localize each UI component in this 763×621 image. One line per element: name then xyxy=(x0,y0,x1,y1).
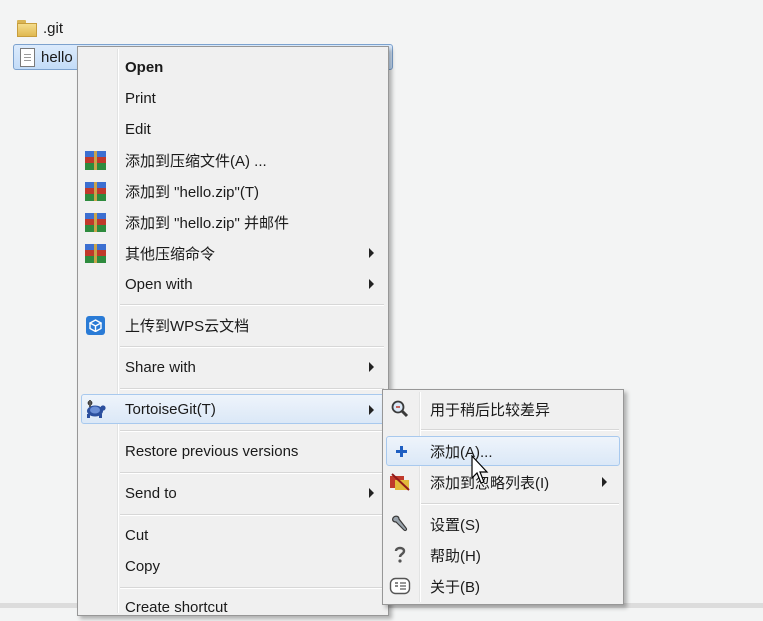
menu-item-edit[interactable]: Edit xyxy=(81,115,385,143)
menu-item-print[interactable]: Print xyxy=(81,84,385,112)
context-menu: Open Print Edit 添加到压缩文件(A) ... 添加到 "hell… xyxy=(77,46,389,616)
tortoisegit-submenu: 用于稍后比较差异 添加(A)... 添加到忽略列表(I) 设置(S) 帮助(H)… xyxy=(382,389,624,605)
menu-item-add-to-hello-zip[interactable]: 添加到 "hello.zip"(T) xyxy=(81,177,385,205)
submenu-item-label: 设置(S) xyxy=(430,516,480,534)
menu-item-label: 其他压缩命令 xyxy=(125,245,216,263)
file-icon xyxy=(20,47,35,67)
submenu-item-settings[interactable]: 设置(S) xyxy=(386,510,620,538)
submenu-arrow-icon xyxy=(369,248,374,258)
add-plus-icon xyxy=(390,440,412,462)
menu-item-label: Cut xyxy=(125,526,149,544)
menu-item-label: Restore previous versions xyxy=(125,442,299,460)
menu-item-label: 添加到压缩文件(A) ... xyxy=(125,152,267,170)
menu-separator xyxy=(120,430,384,432)
diff-magnifier-icon xyxy=(389,398,411,420)
file-name: hello xyxy=(41,48,73,66)
menu-item-upload-wps[interactable]: 上传到WPS云文档 xyxy=(81,311,385,339)
menu-item-tortoisegit[interactable]: TortoiseGit(T) xyxy=(81,394,385,424)
menu-item-send-to[interactable]: Send to xyxy=(81,479,385,507)
folder-icon xyxy=(17,19,37,37)
menu-item-share-with[interactable]: Share with xyxy=(81,353,385,381)
menu-separator xyxy=(120,388,384,390)
menu-item-copy[interactable]: Copy xyxy=(81,552,385,580)
menu-item-label: Send to xyxy=(125,484,177,502)
menu-item-other-compress-commands[interactable]: 其他压缩命令 xyxy=(81,239,385,267)
submenu-item-about[interactable]: 关于(B) xyxy=(386,572,620,600)
menu-item-label: 添加到 "hello.zip" 并邮件 xyxy=(125,214,290,232)
file-item-git-folder[interactable]: .git xyxy=(17,15,63,41)
submenu-arrow-icon xyxy=(369,279,374,289)
help-icon xyxy=(389,544,411,566)
menu-item-create-shortcut[interactable]: Create shortcut xyxy=(81,593,385,621)
submenu-arrow-icon xyxy=(369,362,374,372)
ignore-icon xyxy=(389,471,411,493)
submenu-item-add-to-ignore-list[interactable]: 添加到忽略列表(I) xyxy=(386,468,620,496)
winrar-icon xyxy=(84,149,106,171)
menu-separator xyxy=(120,304,384,306)
menu-item-open[interactable]: Open xyxy=(81,53,385,81)
menu-separator xyxy=(421,429,619,431)
submenu-item-diff-later[interactable]: 用于稍后比较差异 xyxy=(386,395,620,423)
menu-item-label: TortoiseGit(T) xyxy=(125,400,216,418)
about-icon xyxy=(389,575,411,597)
submenu-item-label: 用于稍后比较差异 xyxy=(430,401,551,419)
menu-item-cut[interactable]: Cut xyxy=(81,521,385,549)
file-name: .git xyxy=(43,19,64,37)
menu-item-open-with[interactable]: Open with xyxy=(81,270,385,298)
submenu-arrow-icon xyxy=(602,477,607,487)
tortoisegit-icon xyxy=(84,398,106,420)
menu-item-add-to-archive[interactable]: 添加到压缩文件(A) ... xyxy=(81,146,385,174)
submenu-item-label: 帮助(H) xyxy=(430,547,481,565)
submenu-arrow-icon xyxy=(369,488,374,498)
menu-item-label: Create shortcut xyxy=(125,598,228,616)
submenu-item-label: 关于(B) xyxy=(430,578,480,596)
menu-separator xyxy=(421,503,619,505)
menu-separator xyxy=(120,346,384,348)
menu-item-label: Open with xyxy=(125,275,193,293)
winrar-icon xyxy=(84,180,106,202)
menu-item-label: Edit xyxy=(125,120,151,138)
submenu-item-help[interactable]: 帮助(H) xyxy=(386,541,620,569)
mouse-cursor-icon xyxy=(471,455,489,484)
menu-item-label: Open xyxy=(125,58,164,76)
winrar-icon xyxy=(84,242,106,264)
menu-separator xyxy=(120,587,384,589)
settings-wrench-icon xyxy=(389,513,411,535)
menu-item-label: Copy xyxy=(125,557,161,575)
menu-item-restore-previous-versions[interactable]: Restore previous versions xyxy=(81,437,385,465)
menu-item-label: 上传到WPS云文档 xyxy=(125,317,250,335)
wps-cloud-icon xyxy=(84,314,106,336)
menu-separator xyxy=(120,514,384,516)
menu-item-label: Share with xyxy=(125,358,196,376)
submenu-item-add[interactable]: 添加(A)... xyxy=(386,436,620,466)
winrar-icon xyxy=(84,211,106,233)
submenu-arrow-icon xyxy=(369,405,374,415)
menu-item-label: Print xyxy=(125,89,156,107)
menu-separator xyxy=(120,472,384,474)
menu-item-label: 添加到 "hello.zip"(T) xyxy=(125,183,260,201)
menu-item-add-to-hello-zip-and-email[interactable]: 添加到 "hello.zip" 并邮件 xyxy=(81,208,385,236)
